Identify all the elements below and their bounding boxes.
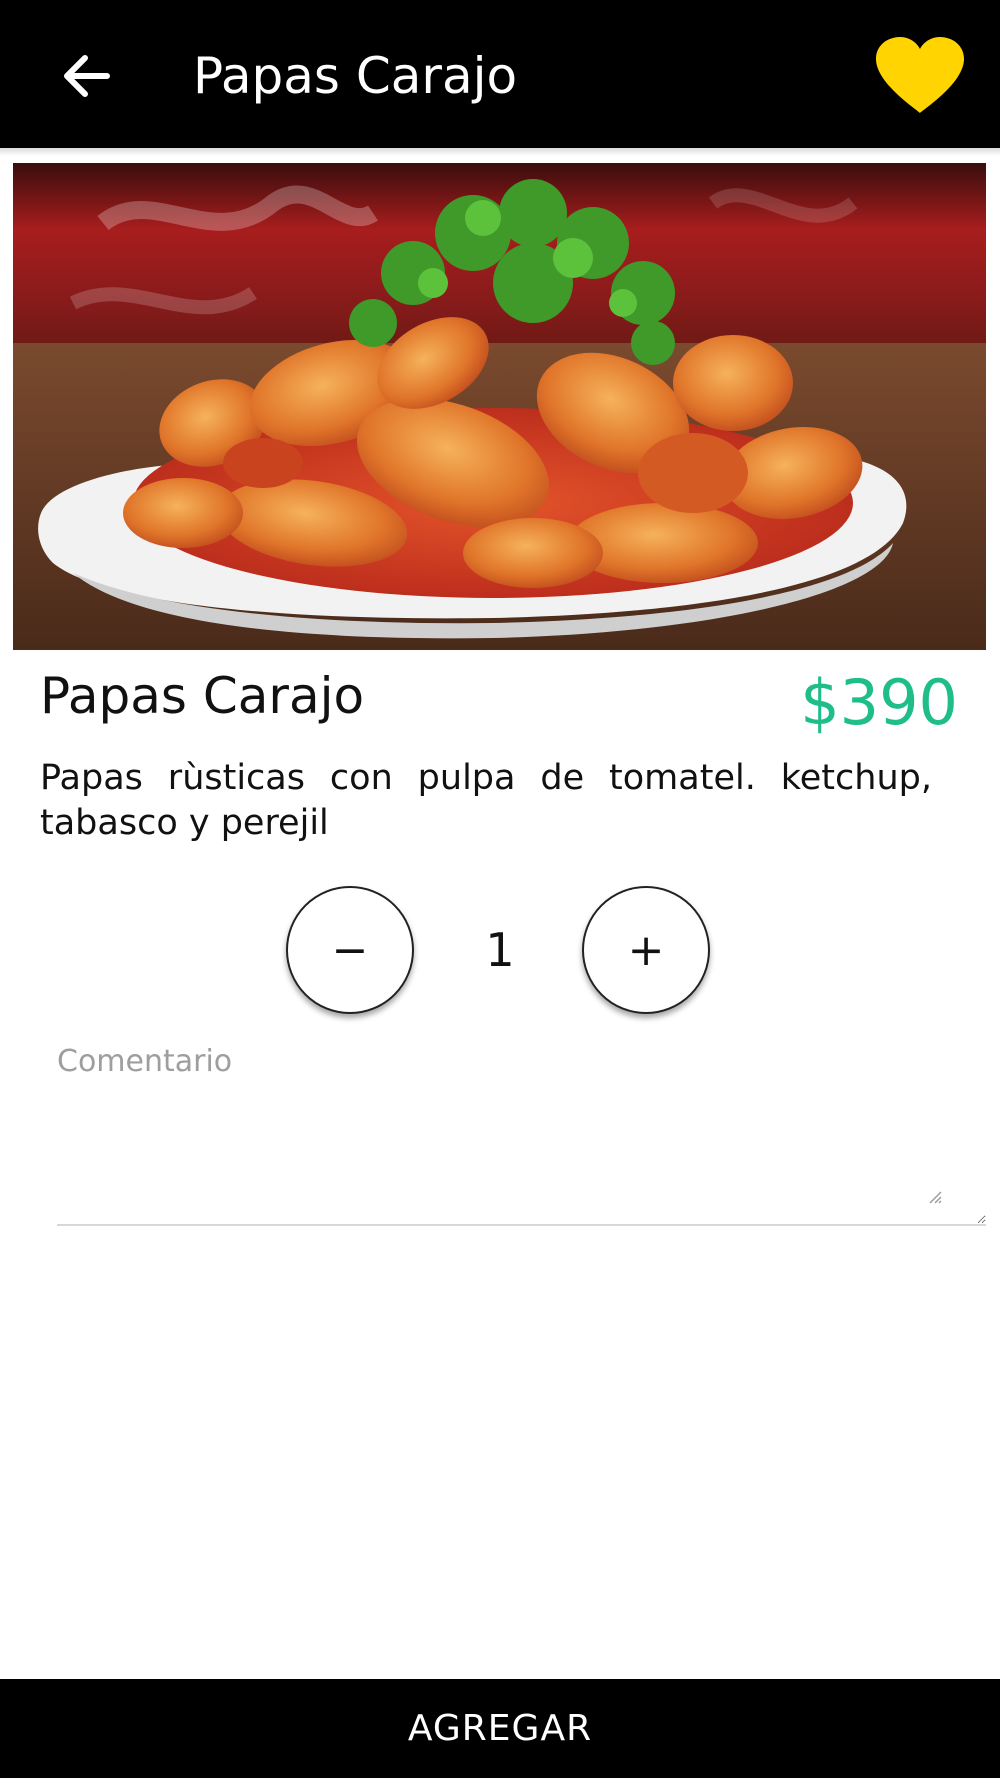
decrease-quantity-button[interactable]: −: [286, 886, 414, 1014]
add-to-order-button[interactable]: AGREGAR: [0, 1679, 1000, 1778]
comment-label: Comentario: [57, 1044, 233, 1079]
product-price: $390: [800, 666, 958, 739]
app-bar-shadow: [0, 148, 1000, 156]
minus-icon: −: [331, 924, 369, 976]
page-title: Papas Carajo: [193, 47, 518, 105]
favorite-button[interactable]: [868, 30, 972, 120]
product-image: [13, 163, 986, 650]
app-bar: Papas Carajo: [0, 0, 1000, 148]
quantity-value: 1: [485, 923, 515, 977]
arrow-left-icon: [64, 55, 110, 97]
product-description: Papas rùsticas con pulpa de tomatel. ket…: [40, 758, 932, 843]
increase-quantity-button[interactable]: +: [582, 886, 710, 1014]
comment-field[interactable]: [57, 1086, 986, 1226]
product-name: Papas Carajo: [40, 667, 365, 725]
plus-icon: +: [627, 924, 665, 976]
resize-grip-icon[interactable]: [928, 1190, 942, 1204]
food-photo: [13, 163, 986, 650]
back-button[interactable]: [50, 40, 122, 112]
heart-icon: [876, 37, 964, 113]
